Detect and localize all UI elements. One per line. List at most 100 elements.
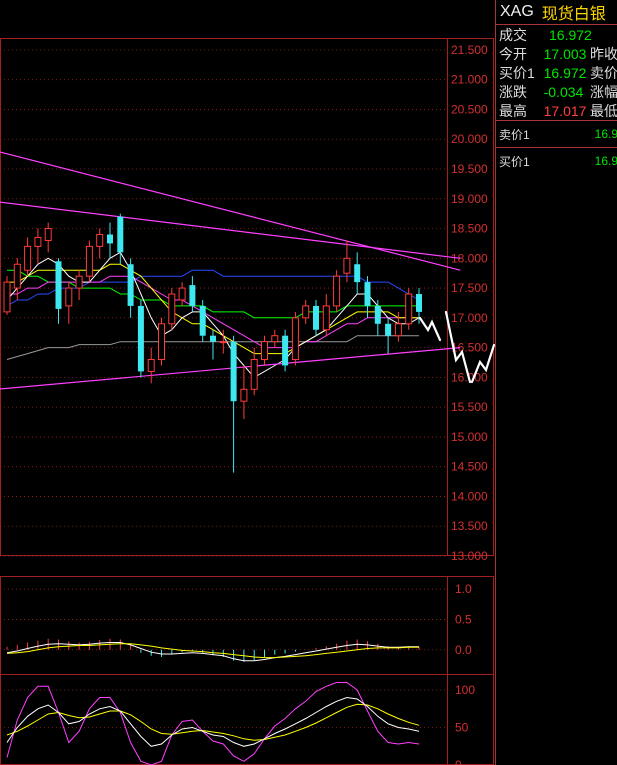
quote-row-extra-label: 最低 bbox=[590, 102, 617, 119]
kdj-tick-label: 50 bbox=[455, 721, 469, 735]
quote-row-value: 16.972 bbox=[549, 26, 592, 43]
bid1-label: 买价1 bbox=[499, 154, 530, 169]
candle bbox=[158, 317, 165, 366]
candle bbox=[24, 237, 32, 277]
candle bbox=[271, 329, 279, 348]
price-tick-label: 19.500 bbox=[451, 162, 488, 176]
quote-row: 今开 17.003 昨收 bbox=[496, 44, 617, 63]
candle-body bbox=[291, 317, 299, 361]
forecast-arrow bbox=[418, 316, 442, 342]
macd-tick-label: 0.5 bbox=[455, 612, 472, 626]
quote-row-label: 买价1 bbox=[499, 64, 535, 81]
price-tick-label: 20.500 bbox=[451, 102, 488, 116]
candle-body bbox=[117, 216, 124, 253]
price-tick-label: 15.500 bbox=[451, 400, 488, 414]
candle-body bbox=[3, 281, 11, 313]
candle bbox=[261, 335, 268, 366]
candle bbox=[75, 270, 83, 300]
candle bbox=[291, 311, 299, 366]
candle-body bbox=[147, 359, 155, 372]
candle-body bbox=[24, 245, 32, 271]
kdj-panel-frame bbox=[0, 674, 494, 765]
candle-body bbox=[65, 287, 73, 307]
quote-row-value: -0.034 bbox=[543, 83, 584, 100]
candle-body bbox=[210, 335, 216, 342]
quote-row-label: 最高 bbox=[499, 102, 527, 119]
macd-tick-label: 1.0 bbox=[455, 582, 472, 596]
candle-body bbox=[364, 282, 371, 306]
candle-body bbox=[343, 257, 351, 274]
candle-body bbox=[405, 293, 413, 325]
price-tick-label: 17.000 bbox=[451, 311, 488, 325]
candle-body bbox=[158, 323, 165, 361]
quote-row-value: 17.003 bbox=[543, 45, 587, 62]
candle-body bbox=[75, 275, 83, 289]
ask1-value: 16.9 bbox=[594, 127, 617, 141]
candle-body bbox=[416, 294, 422, 312]
candle bbox=[354, 252, 361, 295]
candle-body bbox=[313, 305, 319, 330]
price-tick-label: 15.000 bbox=[451, 430, 488, 444]
candle bbox=[3, 276, 11, 315]
candle bbox=[34, 228, 42, 265]
quote-row-extra-label: 涨幅 bbox=[590, 83, 617, 100]
kdj-tick-label: 0 bbox=[455, 758, 462, 765]
candle-body bbox=[250, 359, 258, 390]
quote-row: 买价1 16.972 卖价 bbox=[496, 63, 617, 82]
candle-body bbox=[189, 285, 196, 306]
candle-body bbox=[230, 341, 237, 402]
candle-body bbox=[322, 305, 330, 331]
candle-body bbox=[333, 275, 341, 307]
price-tick-label: 19.000 bbox=[451, 192, 488, 206]
price-tick-label: 13.000 bbox=[451, 549, 488, 563]
candle bbox=[250, 347, 258, 396]
candle-body bbox=[137, 305, 144, 372]
candle bbox=[137, 299, 144, 378]
price-tick-label: 21.000 bbox=[451, 73, 488, 87]
ask1-row: 卖价1 16.9 bbox=[496, 121, 617, 147]
quote-row-value: 16.972 bbox=[543, 64, 587, 81]
price-tick-label: 17.500 bbox=[451, 281, 488, 295]
candle-body bbox=[127, 264, 134, 306]
ask1-label: 卖价1 bbox=[499, 127, 530, 142]
symbol-code[interactable]: XAG bbox=[500, 3, 534, 21]
candle-body bbox=[240, 388, 248, 402]
quote-row-extra-label: 昨收 bbox=[590, 45, 617, 62]
candle-body bbox=[34, 236, 42, 247]
candle bbox=[282, 329, 289, 372]
candle bbox=[189, 276, 196, 312]
candle bbox=[333, 270, 341, 312]
candle-body bbox=[385, 323, 392, 336]
quote-row: 涨跌 -0.034 涨幅 bbox=[496, 82, 617, 101]
candle-body bbox=[168, 293, 176, 325]
candle-body bbox=[107, 234, 113, 244]
candle bbox=[147, 347, 155, 384]
candle bbox=[199, 299, 206, 342]
chart-area[interactable]: 21.500 21.000 20.500 20.000 19.500 19.000 18.5… bbox=[0, 0, 495, 765]
candle bbox=[240, 365, 248, 420]
kdj-tick-label: 100 bbox=[455, 683, 475, 697]
candle bbox=[405, 288, 413, 330]
candle-body bbox=[178, 287, 186, 301]
candle bbox=[322, 294, 330, 336]
quote-row-extra-label: 卖价 bbox=[590, 64, 617, 81]
quote-row: 成交 16.972 bbox=[496, 25, 617, 44]
candle bbox=[44, 222, 52, 253]
quote-rows: 成交 16.972 今开 17.003 昨收 买价1 16.972 卖价 涨跌 -0.034 涨幅最… bbox=[496, 25, 617, 120]
quote-row-value: 17.017 bbox=[543, 102, 587, 119]
quote-row-label: 今开 bbox=[499, 45, 527, 62]
price-tick-label: 20.000 bbox=[451, 132, 488, 146]
quote-panel: XAG 现货白银 成交 16.972 今开 17.003 昨收 买价1 16.972 卖价 涨跌… bbox=[495, 0, 617, 765]
price-tick-label: 21.500 bbox=[451, 43, 488, 57]
candle-body bbox=[282, 335, 289, 366]
candle-body bbox=[374, 305, 381, 324]
symbol-name[interactable]: 现货白银 bbox=[542, 0, 606, 24]
candle-body bbox=[44, 228, 52, 241]
candle-body bbox=[394, 323, 402, 337]
candle bbox=[178, 282, 186, 306]
trendline bbox=[0, 347, 461, 390]
candle bbox=[85, 240, 93, 283]
candle-body bbox=[13, 263, 21, 289]
quote-row-label: 成交 bbox=[499, 26, 527, 43]
price-tick-label: 18.500 bbox=[451, 222, 488, 236]
